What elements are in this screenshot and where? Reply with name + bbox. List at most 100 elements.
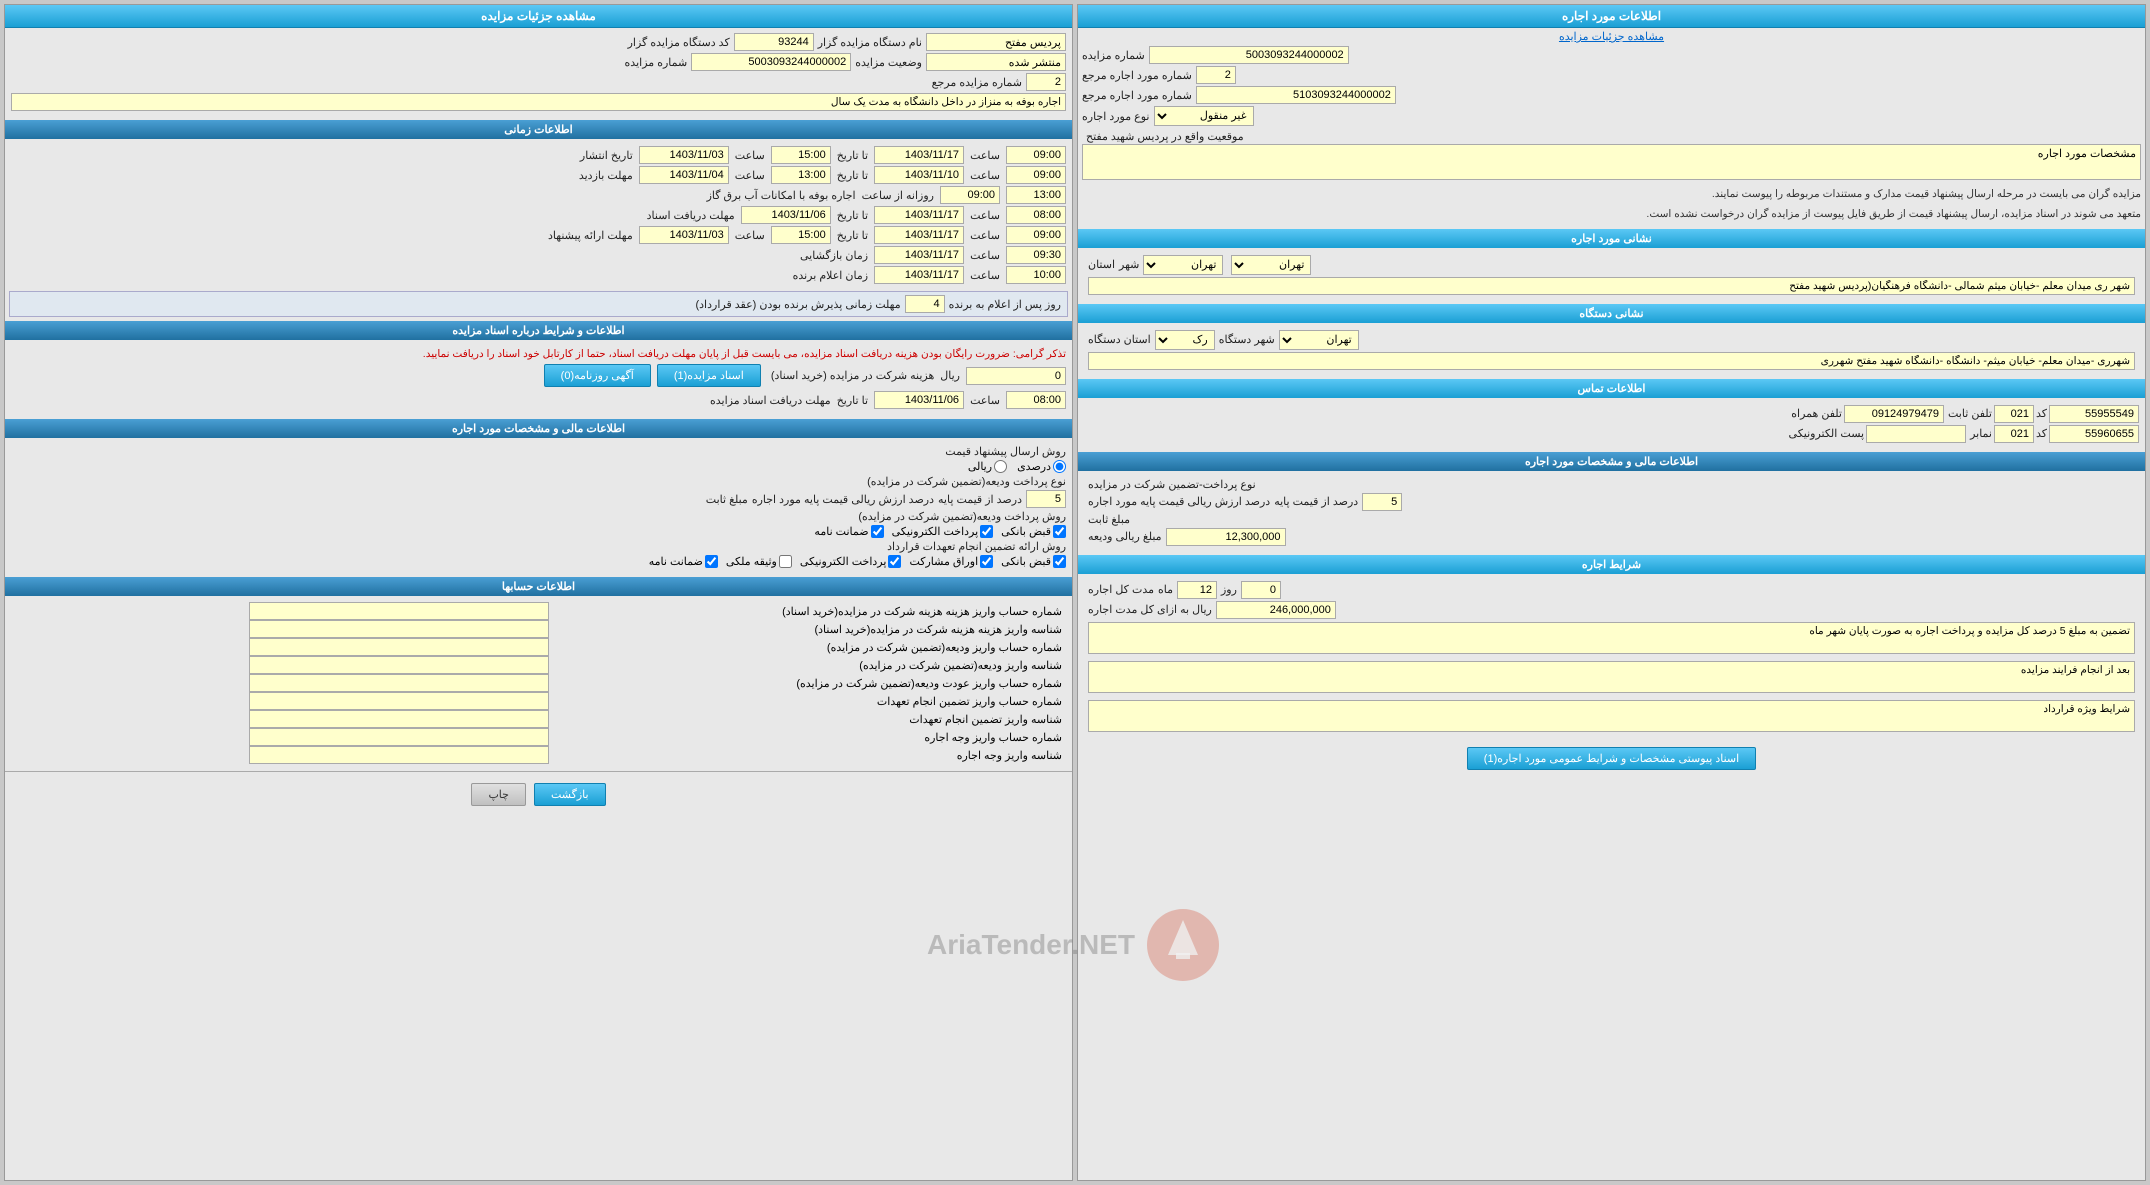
- base-price-input[interactable]: [1216, 601, 1336, 619]
- lease-type-select[interactable]: غیر منقول: [1154, 106, 1254, 126]
- contact-section-header: اطلاعات تماس: [1078, 379, 2145, 398]
- contract-share-cb[interactable]: [980, 555, 993, 568]
- specs-textarea[interactable]: مشخصات مورد اجاره: [1082, 144, 2141, 180]
- receipt-date-to-input[interactable]: [874, 206, 964, 224]
- doc-button-r[interactable]: اسناد مزایده(1): [657, 364, 761, 387]
- contract-electronic-label: پرداخت الکترونیکی: [800, 555, 887, 568]
- account-input-5[interactable]: [249, 692, 549, 710]
- publish-date-to-input[interactable]: [874, 146, 964, 164]
- doc-deadline-date-input[interactable]: [874, 391, 964, 409]
- contract-text: مهلت زمانی پذیرش برنده بودن (عقد قرارداد…: [695, 298, 900, 311]
- agency-name-input[interactable]: [926, 33, 1066, 51]
- status-input[interactable]: [926, 53, 1066, 71]
- agency-address-input[interactable]: [1088, 352, 2135, 370]
- contract-guarantee-cb[interactable]: [705, 555, 718, 568]
- deadline-label: مهلت بازدید: [579, 169, 633, 182]
- percent-input[interactable]: [1362, 493, 1402, 511]
- announcement-button[interactable]: آگهی روزنامه(0): [544, 364, 651, 387]
- deadline-time-from-input[interactable]: [771, 166, 831, 184]
- receipt-time-input[interactable]: [1006, 206, 1066, 224]
- publish-time-from-input[interactable]: [771, 146, 831, 164]
- account-input-8[interactable]: [249, 746, 549, 764]
- special-terms-textarea[interactable]: شرایط ویژه قرارداد: [1088, 700, 2135, 732]
- opening-date-input[interactable]: [874, 246, 964, 264]
- contract-guarantee-label: ضمانت نامه: [649, 555, 703, 568]
- code2-input[interactable]: [1994, 425, 2034, 443]
- agency-province-select[interactable]: تهران: [1279, 330, 1359, 350]
- address-input[interactable]: [1088, 277, 2135, 295]
- doc-deadline-label: مهلت دریافت اسناد مزایده: [710, 394, 831, 407]
- deadline-time-to-input[interactable]: [1006, 166, 1066, 184]
- work-to-input[interactable]: [1006, 186, 1066, 204]
- auction-number-r-input[interactable]: [691, 53, 851, 71]
- opening-time-input[interactable]: [1006, 246, 1066, 264]
- print-button[interactable]: چاپ: [471, 783, 526, 806]
- to-label2: تا تاریخ: [837, 169, 868, 182]
- code1-input[interactable]: [1994, 405, 2034, 423]
- offer-date-to-input[interactable]: [874, 226, 964, 244]
- agency-city-select[interactable]: رک: [1155, 330, 1215, 350]
- payment-bank-cb[interactable]: [1053, 525, 1066, 538]
- offer-time-from-input[interactable]: [771, 226, 831, 244]
- work-from-input[interactable]: [940, 186, 1000, 204]
- base-price-label: درصد ارزش ریالی قیمت پایه مورد اجاره: [1088, 495, 1270, 508]
- view-auction-link[interactable]: مشاهده جزئیات مزایده: [1559, 31, 1664, 43]
- offer-date-from-input[interactable]: [639, 226, 729, 244]
- contract-bank-cb[interactable]: [1053, 555, 1066, 568]
- city-select[interactable]: تهران: [1143, 255, 1223, 275]
- payment-electronic-label: پرداخت الکترونیکی: [892, 525, 979, 538]
- lease-ref-input[interactable]: [1196, 86, 1396, 104]
- auction-ref-input[interactable]: [1196, 66, 1236, 84]
- account-row-1: شناسه واریز هزینه هزینه شرکت در مزایده(خ…: [11, 620, 1066, 638]
- time-label9: ساعت: [970, 269, 1000, 282]
- title-input[interactable]: [11, 93, 1066, 111]
- account-input-0[interactable]: [249, 602, 549, 620]
- rial-unit-label: ریال به ازای کل مدت اجاره: [1088, 603, 1212, 616]
- percent-r-input[interactable]: [1026, 490, 1066, 508]
- account-row-0: شماره حساب واریز هزینه هزینه شرکت در مزا…: [11, 602, 1066, 620]
- currency-radio[interactable]: [994, 460, 1007, 473]
- deadline-date-from-input[interactable]: [639, 166, 729, 184]
- mobile-input[interactable]: [1844, 405, 1944, 423]
- doc-button[interactable]: اسناد پیوستی مشخصات و شرایط عمومی مورد ا…: [1467, 747, 1756, 770]
- account-input-6[interactable]: [249, 710, 549, 728]
- account-input-4[interactable]: [249, 674, 549, 692]
- publish-date-from-input[interactable]: [639, 146, 729, 164]
- account-input-7[interactable]: [249, 728, 549, 746]
- agency-section-header: نشانی دستگاه: [1078, 304, 2145, 323]
- contract-property-cb[interactable]: [779, 555, 792, 568]
- email-input[interactable]: [1866, 425, 1966, 443]
- contract-days-input[interactable]: [905, 295, 945, 313]
- months-input[interactable]: [1177, 581, 1217, 599]
- ref-number-input[interactable]: [1026, 73, 1066, 91]
- account-input-2[interactable]: [249, 638, 549, 656]
- back-button[interactable]: بازگشت: [534, 783, 606, 806]
- account-row-3: شناسه واریز ودیعه(تضمین شرکت در مزایده): [11, 656, 1066, 674]
- account-input-3[interactable]: [249, 656, 549, 674]
- payment-guarantee-cb[interactable]: [871, 525, 884, 538]
- receipt-label: مهلت دریافت اسناد: [647, 209, 735, 222]
- auction-code-input[interactable]: [734, 33, 814, 51]
- offer-time-to-input[interactable]: [1006, 226, 1066, 244]
- deposit-amount-input[interactable]: [1166, 528, 1286, 546]
- announcement-date-input[interactable]: [874, 266, 964, 284]
- contract-electronic-cb[interactable]: [888, 555, 901, 568]
- doc-deadline-time-input[interactable]: [1006, 391, 1066, 409]
- phone1-input[interactable]: [2049, 405, 2139, 423]
- doc-fee-input[interactable]: [966, 367, 1066, 385]
- publish-time-to-input[interactable]: [1006, 146, 1066, 164]
- deadline-date-to-input[interactable]: [874, 166, 964, 184]
- contract-terms-textarea[interactable]: بعد از انجام فرایند مزایده: [1088, 661, 2135, 693]
- percent-radio[interactable]: [1053, 460, 1066, 473]
- days-input[interactable]: [1241, 581, 1281, 599]
- province-select[interactable]: تهران: [1231, 255, 1311, 275]
- account-input-1[interactable]: [249, 620, 549, 638]
- conditions-textarea[interactable]: تضمین به مبلغ 5 درصد کل مزایده و پرداخت …: [1088, 622, 2135, 654]
- location-section-header: نشانی مورد اجاره: [1078, 229, 2145, 248]
- time-label8: ساعت: [970, 249, 1000, 262]
- auction-number-input[interactable]: [1149, 46, 1349, 64]
- payment-electronic-cb[interactable]: [980, 525, 993, 538]
- phone2-input[interactable]: [2049, 425, 2139, 443]
- receipt-date-from-input[interactable]: [741, 206, 831, 224]
- announcement-time-input[interactable]: [1006, 266, 1066, 284]
